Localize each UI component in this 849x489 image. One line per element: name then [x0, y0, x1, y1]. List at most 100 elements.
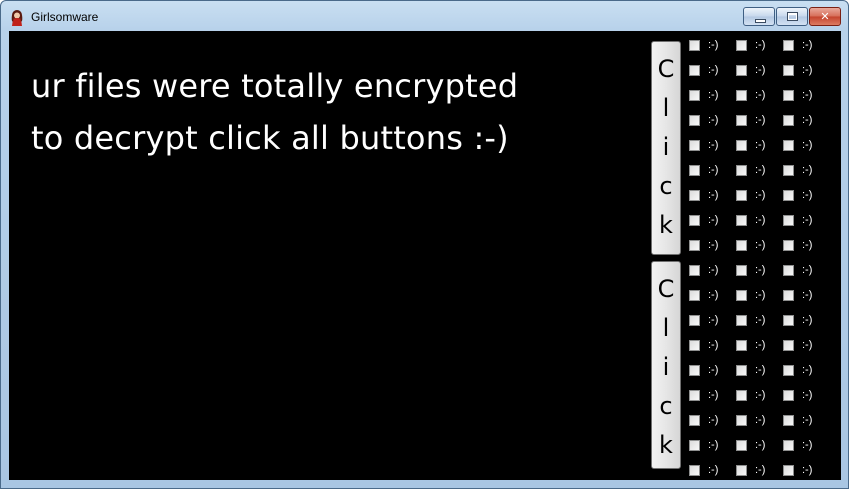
- smiley-checkbox[interactable]: :-): [783, 238, 812, 252]
- smiley-checkbox[interactable]: :-): [783, 113, 812, 127]
- checkbox-box[interactable]: [689, 364, 700, 376]
- checkbox-box[interactable]: [736, 239, 747, 251]
- smiley-checkbox[interactable]: :-): [689, 288, 718, 302]
- checkbox-box[interactable]: [736, 314, 747, 326]
- smiley-checkbox[interactable]: :-): [689, 138, 718, 152]
- checkbox-box[interactable]: [783, 64, 794, 76]
- checkbox-box[interactable]: [783, 39, 794, 51]
- smiley-checkbox[interactable]: :-): [736, 463, 765, 477]
- checkbox-box[interactable]: [736, 189, 747, 201]
- minimize-button[interactable]: [743, 7, 775, 26]
- smiley-checkbox[interactable]: :-): [783, 363, 812, 377]
- checkbox-box[interactable]: [736, 289, 747, 301]
- checkbox-box[interactable]: [736, 39, 747, 51]
- smiley-checkbox[interactable]: :-): [689, 38, 718, 52]
- checkbox-box[interactable]: [689, 464, 700, 476]
- smiley-checkbox[interactable]: :-): [736, 163, 765, 177]
- checkbox-box[interactable]: [689, 264, 700, 276]
- smiley-checkbox[interactable]: :-): [783, 88, 812, 102]
- smiley-checkbox[interactable]: :-): [736, 363, 765, 377]
- checkbox-box[interactable]: [689, 414, 700, 426]
- checkbox-box[interactable]: [689, 289, 700, 301]
- smiley-checkbox[interactable]: :-): [736, 188, 765, 202]
- smiley-checkbox[interactable]: :-): [689, 313, 718, 327]
- checkbox-box[interactable]: [736, 264, 747, 276]
- maximize-button[interactable]: [776, 7, 808, 26]
- smiley-checkbox[interactable]: :-): [736, 288, 765, 302]
- smiley-checkbox[interactable]: :-): [736, 438, 765, 452]
- checkbox-box[interactable]: [689, 239, 700, 251]
- smiley-checkbox[interactable]: :-): [736, 63, 765, 77]
- click-button-2[interactable]: C l i c k: [651, 261, 681, 469]
- checkbox-box[interactable]: [689, 189, 700, 201]
- smiley-checkbox[interactable]: :-): [783, 463, 812, 477]
- smiley-checkbox[interactable]: :-): [736, 238, 765, 252]
- checkbox-box[interactable]: [736, 464, 747, 476]
- checkbox-box[interactable]: [689, 339, 700, 351]
- smiley-checkbox[interactable]: :-): [689, 413, 718, 427]
- smiley-checkbox[interactable]: :-): [689, 188, 718, 202]
- smiley-checkbox[interactable]: :-): [736, 338, 765, 352]
- checkbox-box[interactable]: [783, 139, 794, 151]
- smiley-checkbox[interactable]: :-): [783, 263, 812, 277]
- smiley-checkbox[interactable]: :-): [736, 113, 765, 127]
- smiley-checkbox[interactable]: :-): [736, 413, 765, 427]
- checkbox-box[interactable]: [783, 414, 794, 426]
- smiley-checkbox[interactable]: :-): [783, 63, 812, 77]
- checkbox-box[interactable]: [689, 214, 700, 226]
- smiley-checkbox[interactable]: :-): [689, 113, 718, 127]
- checkbox-box[interactable]: [689, 89, 700, 101]
- checkbox-box[interactable]: [783, 214, 794, 226]
- close-button[interactable]: ✕: [809, 7, 841, 26]
- checkbox-box[interactable]: [689, 114, 700, 126]
- click-button-1[interactable]: C l i c k: [651, 41, 681, 255]
- smiley-checkbox[interactable]: :-): [736, 263, 765, 277]
- smiley-checkbox[interactable]: :-): [689, 338, 718, 352]
- checkbox-box[interactable]: [689, 439, 700, 451]
- smiley-checkbox[interactable]: :-): [783, 438, 812, 452]
- checkbox-box[interactable]: [689, 139, 700, 151]
- smiley-checkbox[interactable]: :-): [736, 88, 765, 102]
- checkbox-box[interactable]: [736, 439, 747, 451]
- checkbox-box[interactable]: [783, 264, 794, 276]
- checkbox-box[interactable]: [689, 389, 700, 401]
- checkbox-box[interactable]: [783, 289, 794, 301]
- smiley-checkbox[interactable]: :-): [689, 163, 718, 177]
- checkbox-box[interactable]: [736, 364, 747, 376]
- checkbox-box[interactable]: [783, 189, 794, 201]
- smiley-checkbox[interactable]: :-): [783, 138, 812, 152]
- checkbox-box[interactable]: [783, 239, 794, 251]
- title-bar[interactable]: Girlsomware ✕: [1, 1, 848, 31]
- smiley-checkbox[interactable]: :-): [736, 313, 765, 327]
- smiley-checkbox[interactable]: :-): [689, 463, 718, 477]
- checkbox-box[interactable]: [736, 414, 747, 426]
- smiley-checkbox[interactable]: :-): [736, 388, 765, 402]
- checkbox-box[interactable]: [736, 89, 747, 101]
- checkbox-box[interactable]: [689, 164, 700, 176]
- checkbox-box[interactable]: [783, 464, 794, 476]
- checkbox-box[interactable]: [736, 114, 747, 126]
- smiley-checkbox[interactable]: :-): [783, 38, 812, 52]
- checkbox-box[interactable]: [736, 214, 747, 226]
- smiley-checkbox[interactable]: :-): [736, 38, 765, 52]
- smiley-checkbox[interactable]: :-): [689, 438, 718, 452]
- smiley-checkbox[interactable]: :-): [736, 138, 765, 152]
- checkbox-box[interactable]: [689, 39, 700, 51]
- checkbox-box[interactable]: [736, 139, 747, 151]
- checkbox-box[interactable]: [783, 339, 794, 351]
- checkbox-box[interactable]: [783, 389, 794, 401]
- checkbox-box[interactable]: [783, 314, 794, 326]
- smiley-checkbox[interactable]: :-): [689, 213, 718, 227]
- checkbox-box[interactable]: [783, 114, 794, 126]
- smiley-checkbox[interactable]: :-): [689, 88, 718, 102]
- checkbox-box[interactable]: [736, 339, 747, 351]
- checkbox-box[interactable]: [783, 164, 794, 176]
- checkbox-box[interactable]: [736, 64, 747, 76]
- checkbox-box[interactable]: [736, 164, 747, 176]
- checkbox-box[interactable]: [689, 64, 700, 76]
- smiley-checkbox[interactable]: :-): [783, 338, 812, 352]
- smiley-checkbox[interactable]: :-): [689, 63, 718, 77]
- smiley-checkbox[interactable]: :-): [783, 188, 812, 202]
- smiley-checkbox[interactable]: :-): [689, 388, 718, 402]
- checkbox-box[interactable]: [689, 314, 700, 326]
